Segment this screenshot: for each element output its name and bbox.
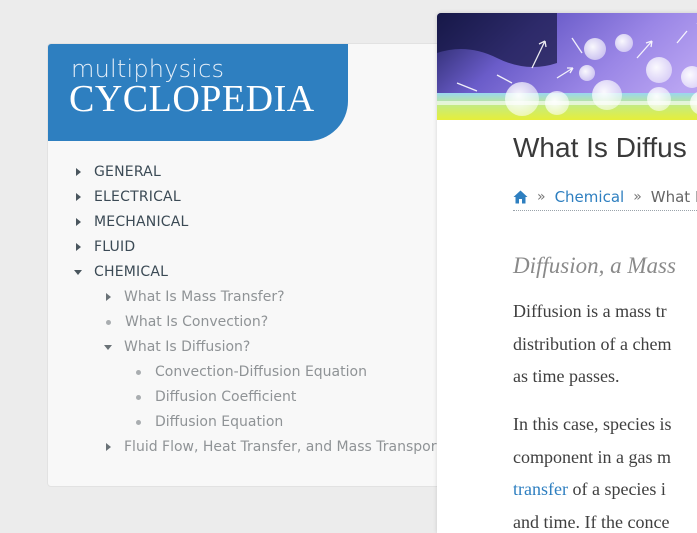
nav-label[interactable]: CHEMICAL: [94, 264, 168, 280]
caret-right-icon[interactable]: [76, 243, 81, 251]
nav-item-chemical[interactable]: CHEMICAL: [74, 262, 168, 282]
caret-right-icon[interactable]: [106, 443, 111, 451]
banner-image: [437, 13, 697, 120]
article-card: What Is Diffus » Chemical » What I Diffu…: [437, 13, 697, 533]
nav-item-convection[interactable]: What Is Convection?: [105, 312, 268, 332]
caret-down-icon[interactable]: [74, 270, 82, 275]
nav-item-mechanical[interactable]: MECHANICAL: [75, 212, 189, 232]
paragraph-line: In this case, species is: [513, 408, 671, 441]
breadcrumb-current: What I: [651, 188, 697, 206]
section-heading: Diffusion, a Mass: [513, 253, 676, 279]
nav-label[interactable]: Diffusion Equation: [155, 414, 283, 430]
site-logo[interactable]: multiphysics CYCLOPEDIA: [48, 44, 348, 141]
transfer-link[interactable]: transfer: [513, 479, 568, 499]
nav-label[interactable]: Diffusion Coefficient: [155, 389, 296, 405]
breadcrumb: » Chemical » What I: [513, 184, 697, 211]
nav-item-fluid[interactable]: FLUID: [75, 237, 135, 257]
nav-label[interactable]: Fluid Flow, Heat Transfer, and Mass Tran…: [124, 439, 442, 455]
nav-label[interactable]: FLUID: [94, 239, 135, 255]
nav-label[interactable]: What Is Convection?: [125, 314, 268, 330]
nav-item-diffusion[interactable]: What Is Diffusion?: [104, 337, 250, 357]
breadcrumb-separator: »: [537, 189, 546, 205]
paragraph-line: component in a gas m: [513, 441, 671, 474]
bullet-icon: [136, 420, 141, 425]
paragraph-text: of a species i: [568, 479, 666, 499]
caret-right-icon[interactable]: [76, 168, 81, 176]
page-title: What Is Diffus: [513, 132, 687, 164]
paragraph-2: In this case, species is component in a …: [513, 408, 671, 533]
nav-label[interactable]: Convection-Diffusion Equation: [155, 364, 367, 380]
breadcrumb-separator: »: [633, 189, 642, 205]
nav-label[interactable]: GENERAL: [94, 164, 161, 180]
bullet-icon: [106, 320, 111, 325]
nav-label[interactable]: MECHANICAL: [94, 214, 189, 230]
nav-label[interactable]: ELECTRICAL: [94, 189, 181, 205]
nav-item-diffusion-equation[interactable]: Diffusion Equation: [135, 412, 283, 432]
caret-down-icon[interactable]: [104, 345, 112, 350]
home-icon[interactable]: [513, 190, 528, 204]
nav-label[interactable]: What Is Diffusion?: [124, 339, 250, 355]
paragraph-line: Diffusion is a mass tr: [513, 295, 671, 328]
nav-item-electrical[interactable]: ELECTRICAL: [75, 187, 181, 207]
logo-title: CYCLOPEDIA: [69, 77, 315, 121]
caret-right-icon[interactable]: [76, 218, 81, 226]
nav-item-diffusion-coefficient[interactable]: Diffusion Coefficient: [135, 387, 296, 407]
bullet-icon: [136, 370, 141, 375]
nav-item-mass-transfer[interactable]: What Is Mass Transfer?: [105, 287, 285, 307]
nav-label[interactable]: What Is Mass Transfer?: [124, 289, 285, 305]
caret-right-icon[interactable]: [106, 293, 111, 301]
nav-item-general[interactable]: GENERAL: [75, 162, 161, 182]
paragraph-line: transfer of a species i: [513, 473, 671, 506]
sidebar: multiphysics CYCLOPEDIA GENERAL ELECTRIC…: [47, 43, 447, 487]
bullet-icon: [136, 395, 141, 400]
paragraph-line: and time. If the conce: [513, 506, 671, 533]
paragraph-1: Diffusion is a mass tr distribution of a…: [513, 295, 671, 393]
nav-item-convection-diffusion-equation[interactable]: Convection-Diffusion Equation: [135, 362, 367, 382]
nav-item-fluid-flow-heat-mass[interactable]: Fluid Flow, Heat Transfer, and Mass Tran…: [105, 437, 442, 457]
caret-right-icon[interactable]: [76, 193, 81, 201]
paragraph-line: as time passes.: [513, 360, 671, 393]
breadcrumb-link-chemical[interactable]: Chemical: [555, 188, 625, 206]
paragraph-line: distribution of a chem: [513, 328, 671, 361]
